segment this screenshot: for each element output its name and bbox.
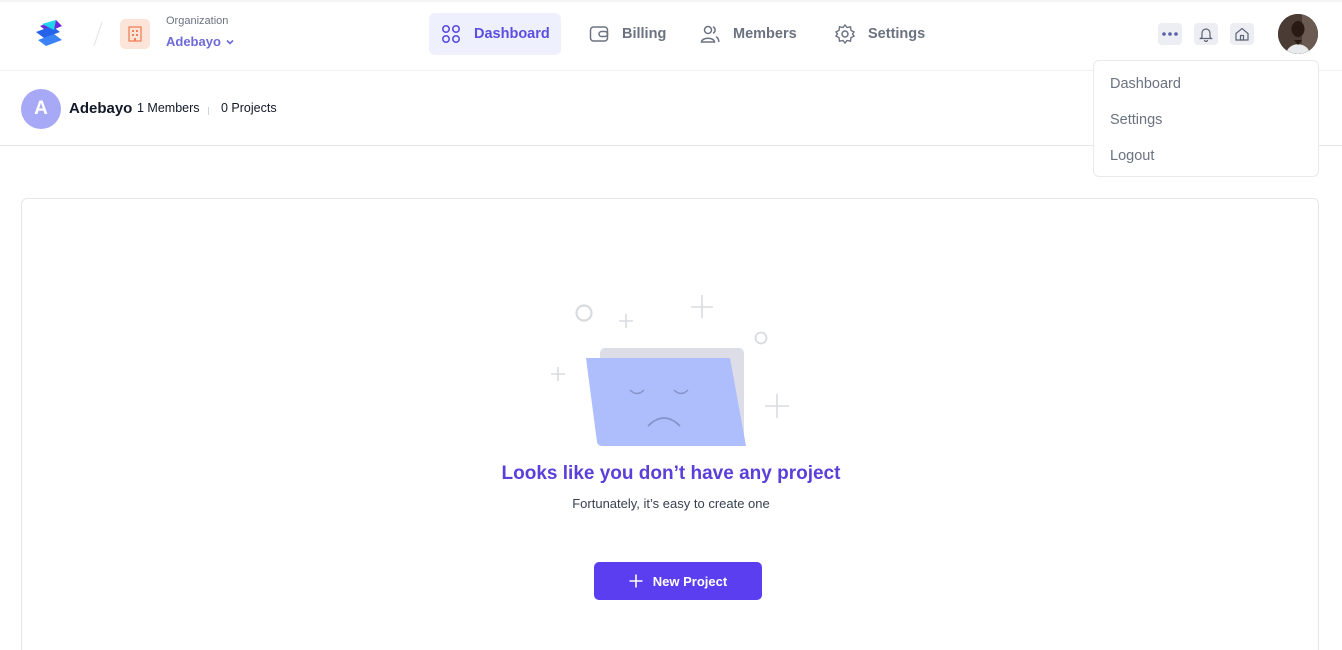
empty-state-title: Looks like you don’t have any project (501, 463, 841, 484)
user-avatar[interactable] (1278, 14, 1318, 54)
empty-state-subtitle: Fortunately, it’s easy to create one (572, 496, 770, 511)
nav-dashboard[interactable]: Dashboard (429, 13, 561, 55)
home-icon (1235, 27, 1249, 41)
building-icon (120, 19, 150, 49)
nav-dashboard-label: Dashboard (474, 26, 550, 42)
bell-icon (1199, 28, 1213, 42)
organization-avatar: A (21, 89, 61, 129)
empty-folder-illustration (551, 295, 789, 446)
app-logo-icon[interactable] (34, 18, 66, 50)
nav-billing[interactable]: Billing (577, 13, 677, 55)
menu-item-logout[interactable]: Logout (1094, 143, 1318, 179)
organization-title: Adebayo (69, 100, 133, 117)
nav-billing-label: Billing (622, 26, 667, 42)
nav-settings-label: Settings (868, 26, 926, 42)
plus-icon (629, 574, 643, 588)
menu-item-dashboard[interactable]: Dashboard (1094, 71, 1318, 107)
user-photo-icon (1278, 14, 1318, 54)
grid-icon (441, 24, 461, 44)
new-project-button[interactable]: New Project (594, 562, 762, 600)
organization-label: Organization (166, 15, 229, 27)
more-options-button[interactable] (1158, 23, 1182, 45)
chevron-down-icon (226, 39, 234, 45)
notifications-button[interactable] (1194, 23, 1218, 45)
organization-name: Adebayo (166, 34, 221, 49)
projects-count: 0 Projects (221, 101, 277, 115)
menu-item-settings[interactable]: Settings (1094, 107, 1318, 143)
stat-divider (208, 107, 209, 115)
gear-icon (834, 23, 856, 45)
nav-members[interactable]: Members (688, 13, 808, 55)
nav-members-label: Members (733, 26, 797, 42)
nav-settings[interactable]: Settings (823, 13, 936, 55)
members-count: 1 Members (137, 101, 200, 115)
wallet-icon (589, 26, 609, 42)
more-dots-icon (1162, 32, 1178, 36)
organization-switcher[interactable]: Adebayo (166, 34, 235, 49)
user-dropdown-menu: Dashboard Settings Logout (1093, 60, 1319, 177)
home-button[interactable] (1230, 23, 1254, 45)
breadcrumb-separator (93, 21, 103, 47)
users-icon (700, 25, 720, 43)
new-project-label: New Project (652, 573, 728, 589)
